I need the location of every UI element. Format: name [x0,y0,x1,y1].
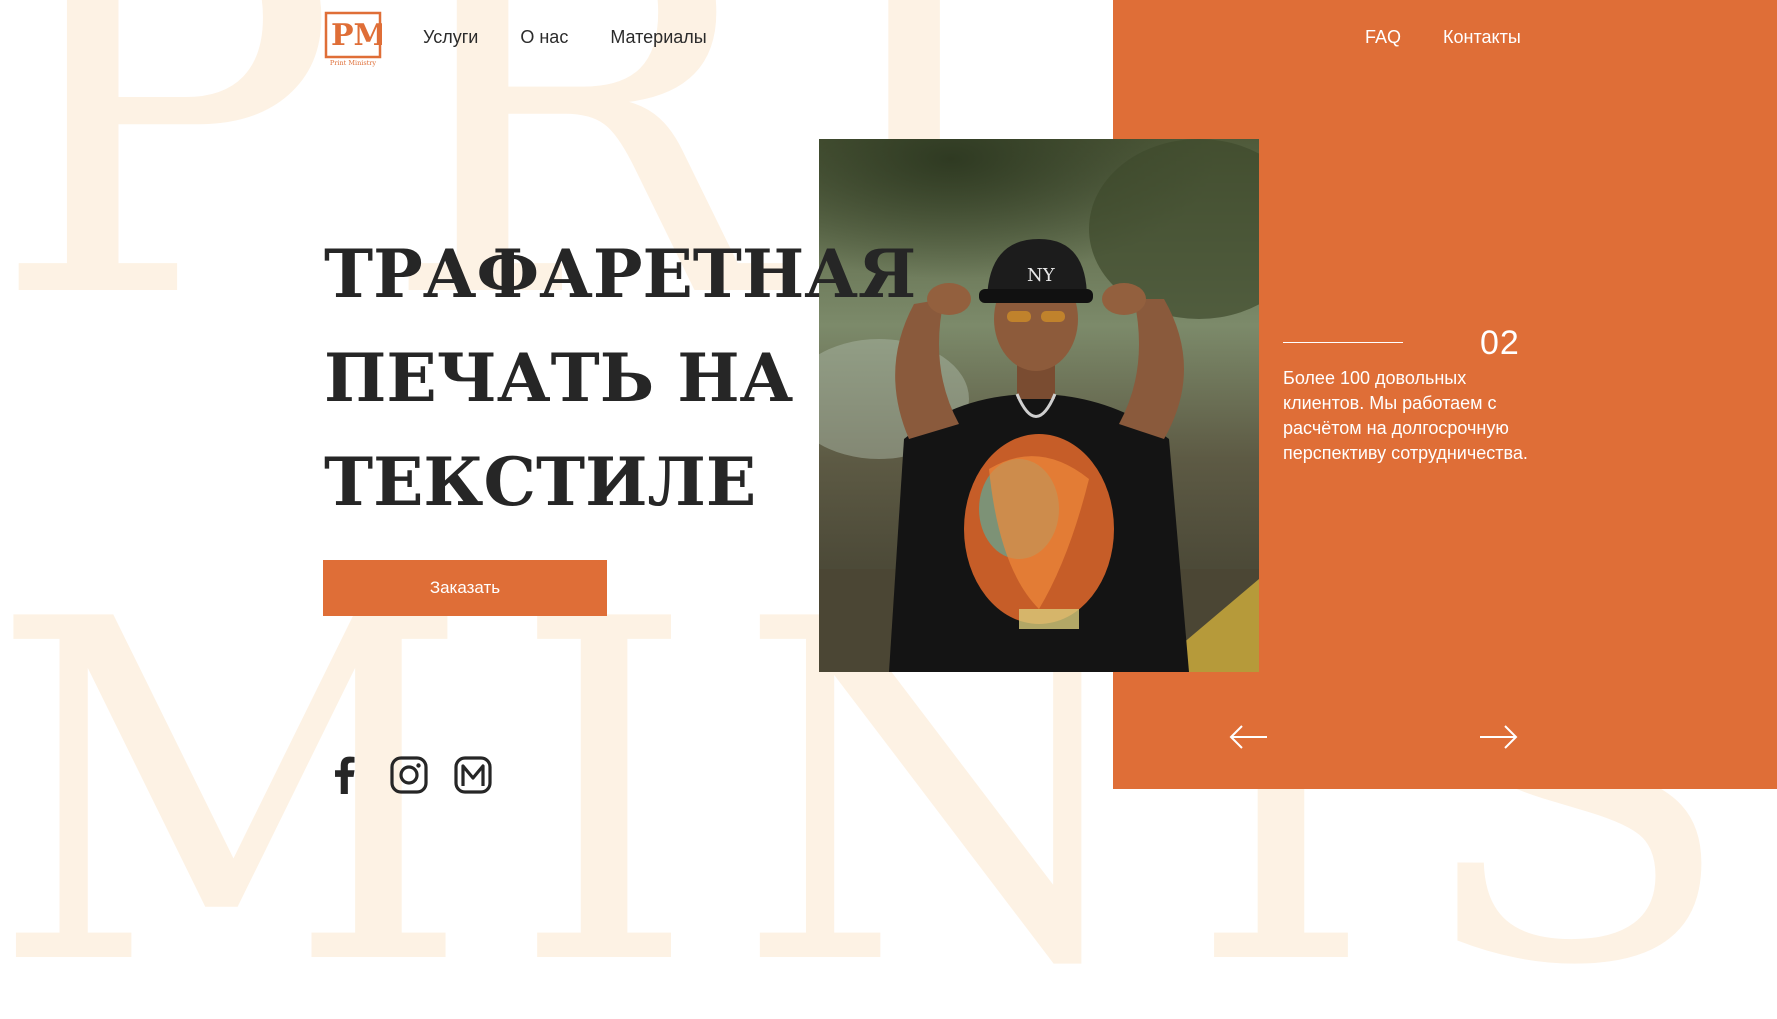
nav-item-contacts[interactable]: Контакты [1443,27,1521,48]
logo-mark-icon: PM Print Ministry [324,11,387,67]
slide-number: 02 [1480,324,1520,362]
hero-title-line: текстиле [324,443,757,521]
secondary-nav: FAQ Контакты [1365,27,1521,48]
mail-icon [454,756,492,794]
hero-title: Трафаретная печать на текстиле [324,222,917,534]
slide-divider [1283,342,1403,343]
instagram-icon [390,756,428,794]
main-nav: Услуги О нас Материалы [423,27,707,48]
hero-title-line: печать на [324,339,794,417]
photo-person-tshirt: NY [819,139,1259,672]
facebook-icon [335,756,355,794]
brand-logo[interactable]: PM Print Ministry [324,11,387,67]
nav-item-materials[interactable]: Материалы [610,27,706,48]
next-slide-button[interactable] [1478,722,1518,752]
facebook-link[interactable] [324,754,366,796]
instagram-link[interactable] [388,754,430,796]
arrow-left-icon [1229,725,1267,749]
svg-text:NY: NY [1027,265,1056,286]
nav-item-services[interactable]: Услуги [423,27,478,48]
mail-link[interactable] [452,754,494,796]
hero-title-line: Трафаретная [324,235,917,313]
prev-slide-button[interactable] [1229,722,1269,752]
nav-item-faq[interactable]: FAQ [1365,27,1401,48]
arrow-right-icon [1480,725,1518,749]
page: PRINT MINISTRY PM Print Ministry Услуги … [0,0,1777,1019]
hero-photo: NY [819,139,1259,672]
slide-text: Более 100 довольных клиентов. Мы работае… [1283,368,1528,463]
order-button[interactable]: Заказать [323,560,607,616]
social-links [324,754,494,796]
nav-item-about[interactable]: О нас [520,27,568,48]
svg-text:Print Ministry: Print Ministry [330,59,376,67]
svg-text:PM: PM [331,18,382,53]
